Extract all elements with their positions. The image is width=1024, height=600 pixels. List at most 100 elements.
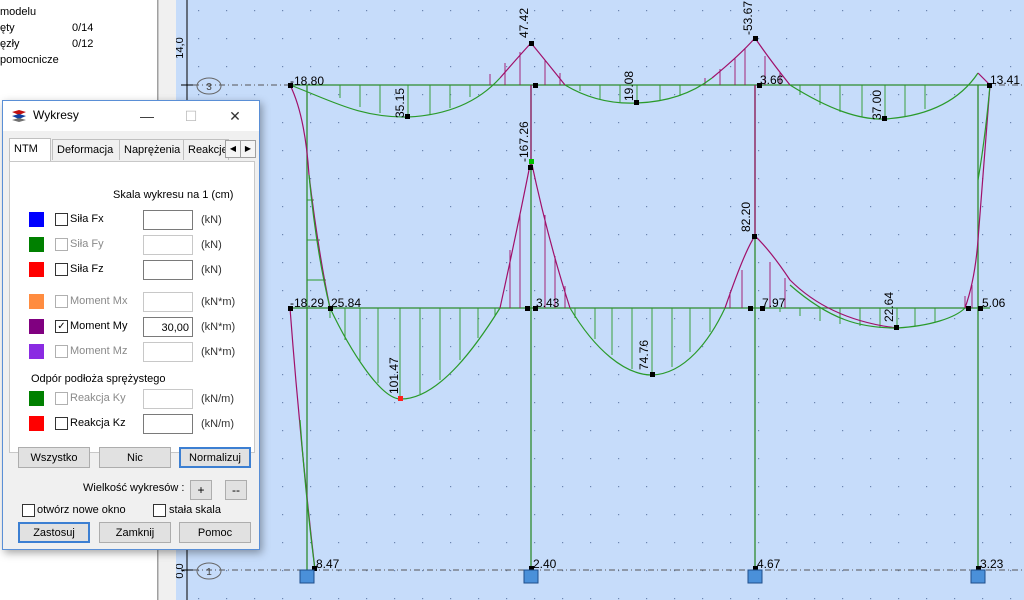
help-button[interactable]: Pomoc (179, 522, 251, 543)
grid-dot (562, 178, 564, 180)
grid-dot (394, 514, 396, 516)
grid-dot (870, 318, 872, 320)
color-swatch-mx[interactable] (29, 294, 44, 309)
grid-dot (646, 598, 648, 600)
checkbox-mz[interactable] (55, 345, 68, 358)
grid-dot (954, 10, 956, 12)
grid-dot (422, 486, 424, 488)
select-none-button[interactable]: Nic (99, 447, 171, 468)
open-new-window-checkbox[interactable] (22, 504, 35, 517)
scale-input-ky[interactable] (143, 389, 193, 409)
color-swatch-mz[interactable] (29, 344, 44, 359)
checkbox-my[interactable]: ✓ (55, 320, 68, 333)
size-decrease-button[interactable]: -- (225, 480, 247, 500)
scale-input-fy[interactable] (143, 235, 193, 255)
grid-dot (730, 598, 732, 600)
support-3[interactable] (747, 569, 763, 584)
grid-dot (954, 178, 956, 180)
grid-dot (590, 514, 592, 516)
grid-dot (590, 374, 592, 376)
support-1[interactable] (299, 569, 315, 584)
checkbox-mx[interactable] (55, 295, 68, 308)
scale-input-kz[interactable] (143, 414, 193, 434)
grid-dot (842, 178, 844, 180)
tab-scroll-right-icon[interactable]: ▶ (240, 140, 256, 158)
checkbox-kz[interactable] (55, 417, 68, 430)
grid-dot (506, 290, 508, 292)
grid-dot (282, 66, 284, 68)
grid-dot (618, 122, 620, 124)
apply-button[interactable]: Zastosuj (18, 522, 90, 543)
checkbox-fx[interactable] (55, 213, 68, 226)
unit-fz: (kN) (201, 264, 222, 276)
tab-ntm[interactable]: NTM (9, 138, 51, 161)
scale-input-my[interactable]: 30,00 (143, 317, 193, 337)
close-button[interactable]: ✕ (217, 101, 253, 131)
grid-dot (674, 402, 676, 404)
label-kz: Reakcja Kz (70, 417, 126, 429)
grid-dot (898, 514, 900, 516)
scale-input-fz[interactable] (143, 260, 193, 280)
dialog-titlebar[interactable]: Wykresy — ☐ ✕ (3, 101, 259, 131)
support-2[interactable] (523, 569, 539, 584)
unit-fy: (kN) (201, 239, 222, 251)
tab-deformation[interactable]: Deformacja (52, 139, 122, 160)
minimize-button[interactable]: — (129, 101, 165, 131)
tree-row-bars[interactable]: ęty (0, 22, 15, 34)
structure-canvas[interactable]: 14,0 0,0 3 1 -18.80 47.42 -53.67 3.66 13… (176, 0, 1024, 600)
node-marker-max (398, 396, 403, 401)
maximize-button[interactable]: ☐ (173, 101, 209, 131)
color-swatch-fz[interactable] (29, 262, 44, 277)
grid-dot (786, 346, 788, 348)
grid-dot (618, 38, 620, 40)
size-increase-button[interactable]: + (190, 480, 212, 500)
grid-dot (310, 94, 312, 96)
tab-reactions[interactable]: Reakcje (183, 139, 229, 160)
checkbox-fz[interactable] (55, 263, 68, 276)
grid-dot (478, 374, 480, 376)
grid-dot (982, 318, 984, 320)
checkbox-fy[interactable] (55, 238, 68, 251)
grid-dot (198, 66, 200, 68)
grid-dot (870, 66, 872, 68)
grid-dot (870, 178, 872, 180)
grid-dot (674, 346, 676, 348)
grid-dot (618, 290, 620, 292)
grid-dot (338, 514, 340, 516)
scale-input-mz[interactable] (143, 342, 193, 362)
grid-dot (926, 290, 928, 292)
scale-input-mx[interactable] (143, 292, 193, 312)
color-swatch-ky[interactable] (29, 391, 44, 406)
grid-dot (954, 150, 956, 152)
select-all-button[interactable]: Wszystko (18, 447, 90, 468)
support-4[interactable] (970, 569, 986, 584)
checkbox-ky[interactable] (55, 392, 68, 405)
grid-dot (534, 262, 536, 264)
grid-dot (758, 486, 760, 488)
grid-dot (926, 122, 928, 124)
grid-dot (842, 402, 844, 404)
color-swatch-kz[interactable] (29, 416, 44, 431)
color-swatch-fx[interactable] (29, 212, 44, 227)
grid-dot (814, 430, 816, 432)
close-dialog-button[interactable]: Zamknij (99, 522, 171, 543)
grid-dot (226, 598, 228, 600)
grid-dot (926, 94, 928, 96)
normalize-button[interactable]: Normalizuj (179, 447, 251, 468)
color-swatch-my[interactable] (29, 319, 44, 334)
tree-row-nodes[interactable]: ęzły (0, 38, 20, 50)
grid-dot (478, 486, 480, 488)
grid-dot (646, 542, 648, 544)
grid-dot (870, 290, 872, 292)
color-swatch-fy[interactable] (29, 237, 44, 252)
grid-dot (898, 542, 900, 544)
tab-scroll-left-icon[interactable]: ◀ (225, 140, 241, 158)
grid-dot (310, 430, 312, 432)
constant-scale-checkbox[interactable] (153, 504, 166, 517)
grid-dot (478, 402, 480, 404)
tab-stresses[interactable]: Naprężenia (119, 139, 187, 160)
tree-row-auxiliary[interactable]: pomocnicze (0, 54, 59, 66)
scale-input-fx[interactable] (143, 210, 193, 230)
tree-row-model[interactable]: modelu (0, 6, 36, 18)
grid-dot (590, 150, 592, 152)
